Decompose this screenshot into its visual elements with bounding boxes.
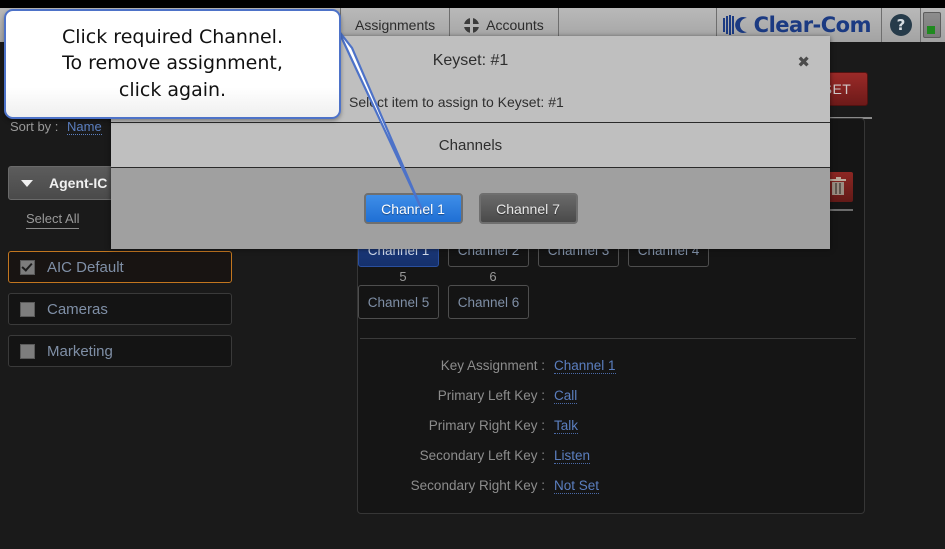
detail-row: Secondary Left Key : Listen (370, 448, 850, 478)
list-item-label: Cameras (47, 300, 108, 318)
detail-label: Key Assignment : (440, 358, 545, 373)
checkbox-icon[interactable] (20, 301, 35, 317)
key-button-5[interactable]: Channel 5 (358, 285, 439, 319)
modal-section-header: Channels (111, 123, 830, 168)
list-item[interactable]: AIC Default (8, 251, 232, 283)
key-button-label: Channel 5 (367, 294, 430, 310)
key-button-label: Channel 6 (457, 294, 520, 310)
detail-value[interactable]: Channel 1 (554, 358, 616, 374)
sort-by: Sort by : Name (10, 119, 102, 135)
checkbox-icon[interactable] (20, 343, 35, 359)
divider (360, 338, 856, 339)
key-number-6: 6 (489, 269, 497, 284)
clearcom-logo-icon (722, 14, 749, 36)
status-led-icon (927, 26, 935, 34)
chevron-down-icon (21, 179, 33, 187)
detail-value[interactable]: Talk (554, 418, 579, 434)
detail-row: Secondary Right Key : Not Set (370, 478, 850, 508)
key-detail-list: Key Assignment : Channel 1 Primary Left … (370, 358, 850, 508)
channel-option-7[interactable]: Channel 7 (478, 193, 578, 224)
detail-row: Key Assignment : Channel 1 (370, 358, 850, 388)
key-number-row: 5 6 (358, 267, 868, 285)
detail-label: Primary Left Key : (437, 388, 545, 403)
help-icon: ? (890, 14, 912, 36)
callout-line-1: Click required Channel. (61, 26, 283, 49)
checkbox-icon[interactable] (20, 259, 35, 275)
detail-row: Primary Right Key : Talk (370, 418, 850, 448)
channel-option-label: Channel 7 (496, 200, 560, 217)
callout-tooltip: Click required Channel. To remove assign… (4, 9, 341, 119)
group-header-label: Agent-IC (49, 175, 108, 191)
key-row: Channel 5 Channel 6 (358, 285, 868, 319)
key-button-6[interactable]: Channel 6 (448, 285, 529, 319)
channel-option-label: Channel 1 (381, 200, 445, 217)
detail-label: Secondary Right Key : (410, 478, 545, 493)
accounts-icon (464, 17, 480, 33)
modal-subtitle: Select item to assign to Keyset: #1 (349, 94, 564, 110)
modal-section-label: Channels (438, 136, 503, 154)
detail-value[interactable]: Call (554, 388, 578, 404)
close-icon[interactable]: ✖ (797, 53, 810, 71)
detail-row: Primary Left Key : Call (370, 388, 850, 418)
list-item-label: AIC Default (47, 258, 124, 276)
channel-option-1[interactable]: Channel 1 (363, 193, 463, 224)
modal-body: Channel 1 Channel 7 (111, 168, 830, 249)
edge-status-widget[interactable] (923, 12, 941, 38)
help-button[interactable]: ? (881, 8, 921, 42)
select-all-link[interactable]: Select All (26, 211, 80, 229)
detail-value[interactable]: Listen (554, 448, 591, 464)
callout-line-2: To remove assignment, (62, 52, 283, 75)
brand-name: Clear-Com (753, 13, 872, 37)
callout-line-3: click again. (118, 78, 227, 101)
detail-label: Secondary Left Key : (419, 448, 545, 463)
tab-accounts-label: Accounts (486, 17, 544, 33)
detail-label: Primary Right Key : (428, 418, 545, 433)
select-all-label: Select All (26, 211, 80, 226)
trash-icon (830, 177, 846, 195)
list-item[interactable]: Cameras (8, 293, 232, 325)
list-item[interactable]: Marketing (8, 335, 232, 367)
list-item-label: Marketing (47, 342, 113, 360)
key-number-5: 5 (399, 269, 407, 284)
sort-by-value[interactable]: Name (67, 119, 102, 135)
tab-assignments-label: Assignments (355, 17, 436, 33)
detail-value[interactable]: Not Set (554, 478, 600, 494)
sort-by-label: Sort by : (10, 119, 59, 134)
